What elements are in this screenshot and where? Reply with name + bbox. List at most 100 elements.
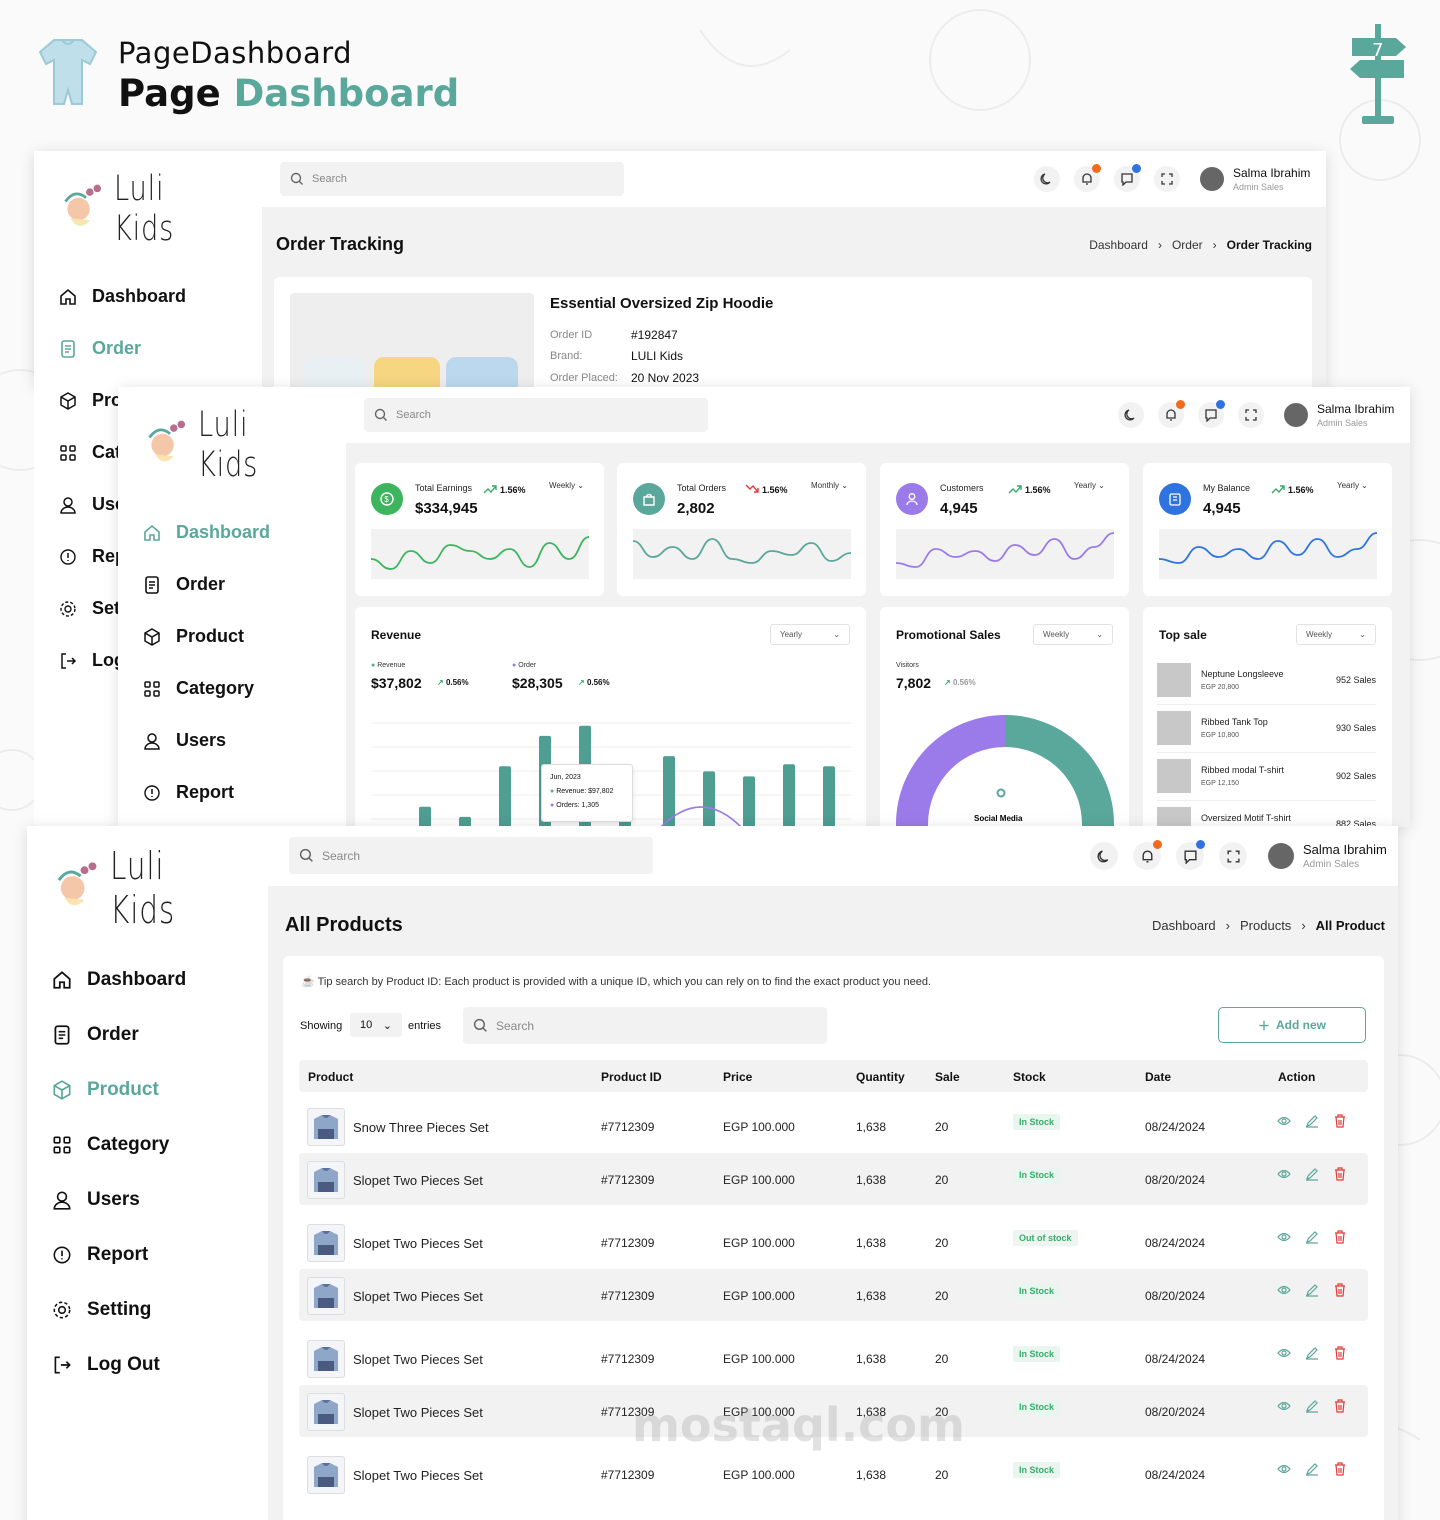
dark-mode-toggle[interactable] bbox=[1034, 166, 1060, 192]
fullscreen-button[interactable] bbox=[1238, 402, 1264, 428]
stat-period-select[interactable]: Yearly ⌄ bbox=[1337, 481, 1368, 490]
edit-icon[interactable] bbox=[1305, 1230, 1319, 1244]
product-id: #7712309 bbox=[601, 1236, 655, 1250]
grid-icon bbox=[144, 680, 160, 697]
table-row[interactable]: Slopet Two Pieces Set #7712309 EGP 100.0… bbox=[299, 1385, 1368, 1437]
top-sale-period-select[interactable]: Weekly ⌄ bbox=[1296, 624, 1376, 645]
nav-product[interactable]: Product bbox=[51, 1079, 159, 1101]
nav-setting[interactable]: Set bbox=[58, 598, 118, 619]
grid-icon bbox=[60, 444, 76, 461]
trash-icon[interactable] bbox=[1333, 1230, 1347, 1244]
eye-icon[interactable] bbox=[1277, 1346, 1291, 1360]
notifications-button[interactable] bbox=[1074, 164, 1101, 192]
user-icon-badge bbox=[896, 483, 928, 515]
table-row[interactable]: Slopet Two Pieces Set #7712309 EGP 100.0… bbox=[299, 1448, 1368, 1500]
top-sale-count: 952 Sales bbox=[1335, 675, 1376, 685]
nav-order[interactable]: Order bbox=[142, 574, 225, 595]
topbar: Search Salma Ibrahim Admin Sales bbox=[346, 387, 1410, 443]
edit-icon[interactable] bbox=[1305, 1167, 1319, 1181]
top-sale-item[interactable]: Ribbed Tank Top EGP 10,800 930 Sales bbox=[1157, 707, 1376, 753]
nav-report[interactable]: Report bbox=[142, 782, 234, 803]
nav-product[interactable]: Pro bbox=[58, 390, 118, 411]
nav-users[interactable]: Users bbox=[51, 1189, 140, 1211]
nav-dashboard[interactable]: Dashboard bbox=[58, 286, 186, 307]
notifications-button[interactable] bbox=[1133, 840, 1162, 870]
eye-icon[interactable] bbox=[1277, 1283, 1291, 1297]
edit-icon[interactable] bbox=[1305, 1114, 1319, 1128]
fullscreen-button[interactable] bbox=[1219, 842, 1247, 870]
edit-icon[interactable] bbox=[1305, 1462, 1319, 1476]
trash-icon[interactable] bbox=[1333, 1462, 1347, 1476]
table-row[interactable]: Slopet Two Pieces Set #7712309 EGP 100.0… bbox=[299, 1332, 1368, 1384]
search-input[interactable]: Search bbox=[289, 837, 653, 874]
nav-dashboard[interactable]: Dashboard bbox=[142, 522, 270, 543]
product-id: #7712309 bbox=[601, 1352, 655, 1366]
revenue-bar bbox=[743, 776, 755, 827]
eye-icon[interactable] bbox=[1277, 1399, 1291, 1413]
nav-dashboard[interactable]: Dashboard bbox=[51, 969, 186, 991]
nav-logout[interactable]: Log bbox=[58, 650, 118, 671]
nav-logout[interactable]: Log Out bbox=[51, 1354, 160, 1376]
edit-icon[interactable] bbox=[1305, 1283, 1319, 1297]
eye-icon[interactable] bbox=[1277, 1230, 1291, 1244]
trash-icon[interactable] bbox=[1333, 1283, 1347, 1297]
revenue-bar bbox=[499, 766, 511, 827]
messages-button[interactable] bbox=[1198, 400, 1225, 428]
trash-icon[interactable] bbox=[1333, 1346, 1347, 1360]
table-search-input[interactable]: Search bbox=[463, 1007, 827, 1044]
table-row[interactable]: Snow Three Pieces Set #7712309 EGP 100.0… bbox=[299, 1100, 1368, 1152]
table-row[interactable]: Slopet Two Pieces Set #7712309 EGP 100.0… bbox=[299, 1153, 1368, 1205]
bell-icon bbox=[1166, 409, 1176, 421]
nav-report[interactable]: Report bbox=[51, 1244, 148, 1266]
page-header-subtitle: Page Dashboard bbox=[118, 72, 460, 115]
product-date: 08/24/2024 bbox=[1145, 1468, 1206, 1482]
nav-report[interactable]: Rep bbox=[58, 546, 118, 567]
add-new-button[interactable]: ＋ Add new bbox=[1218, 1007, 1366, 1043]
nav-setting[interactable]: Setting bbox=[51, 1299, 151, 1321]
messages-button[interactable] bbox=[1176, 840, 1205, 870]
trash-icon[interactable] bbox=[1333, 1399, 1347, 1413]
edit-icon[interactable] bbox=[1305, 1346, 1319, 1360]
nav-category[interactable]: Category bbox=[142, 678, 254, 699]
notifications-button[interactable] bbox=[1158, 400, 1185, 428]
eye-icon[interactable] bbox=[1277, 1462, 1291, 1476]
user-menu[interactable]: Salma Ibrahim Admin Sales bbox=[1200, 166, 1310, 192]
eye-icon[interactable] bbox=[1277, 1114, 1291, 1128]
top-sale-item[interactable]: Ribbed modal T-shirt EGP 12,150 902 Sales bbox=[1157, 755, 1376, 801]
table-row[interactable]: Slopet Two Pieces Set #7712309 EGP 100.0… bbox=[299, 1216, 1368, 1268]
nav-users[interactable]: Users bbox=[142, 730, 226, 751]
search-input[interactable]: Search bbox=[364, 398, 708, 432]
eye-icon[interactable] bbox=[1277, 1167, 1291, 1181]
dark-mode-toggle[interactable] bbox=[1118, 402, 1144, 428]
nav-order[interactable]: Order bbox=[58, 338, 141, 359]
plus-icon: ＋ bbox=[1257, 1018, 1270, 1033]
trash-icon[interactable] bbox=[1333, 1114, 1347, 1128]
user-menu[interactable]: Salma Ibrahim Admin Sales bbox=[1268, 842, 1387, 870]
nav-product[interactable]: Product bbox=[142, 626, 244, 647]
nav-users[interactable]: Use bbox=[58, 494, 118, 515]
order-card: Essential Oversized Zip Hoodie Order ID … bbox=[274, 277, 1312, 387]
trash-icon[interactable] bbox=[1333, 1167, 1347, 1181]
dark-mode-toggle[interactable] bbox=[1090, 842, 1118, 870]
sparkline-chart bbox=[371, 529, 589, 579]
nav-category[interactable]: Category bbox=[51, 1134, 169, 1156]
revenue-period-select[interactable]: Yearly ⌄ bbox=[770, 624, 850, 645]
stat-period-select[interactable]: Yearly ⌄ bbox=[1074, 481, 1105, 490]
stat-period-select[interactable]: Weekly ⌄ bbox=[549, 481, 584, 490]
stat-period-select[interactable]: Monthly ⌄ bbox=[811, 481, 848, 490]
edit-icon[interactable] bbox=[1305, 1399, 1319, 1413]
gear-icon bbox=[60, 600, 76, 617]
product-name: Slopet Two Pieces Set bbox=[353, 1468, 483, 1483]
top-sale-item[interactable]: Oversized Motif T-shirt 882 Sales bbox=[1157, 803, 1376, 827]
search-input[interactable]: Search bbox=[280, 162, 624, 196]
table-row[interactable]: Slopet Two Pieces Set #7712309 EGP 100.0… bbox=[299, 1269, 1368, 1321]
messages-button[interactable] bbox=[1114, 164, 1141, 192]
top-sale-item[interactable]: Neptune Longsleeve EGP 20,800 952 Sales bbox=[1157, 659, 1376, 705]
nav-category[interactable]: Cat bbox=[58, 442, 118, 463]
dashboard-screen: Luli Kids Dashboard Order Product Catego… bbox=[118, 387, 1410, 827]
entries-select[interactable]: 10 ⌄ bbox=[350, 1013, 402, 1037]
promo-period-select[interactable]: Weekly ⌄ bbox=[1033, 624, 1113, 645]
nav-order[interactable]: Order bbox=[51, 1024, 139, 1046]
user-menu[interactable]: Salma Ibrahim Admin Sales bbox=[1284, 402, 1394, 428]
fullscreen-button[interactable] bbox=[1154, 166, 1180, 192]
